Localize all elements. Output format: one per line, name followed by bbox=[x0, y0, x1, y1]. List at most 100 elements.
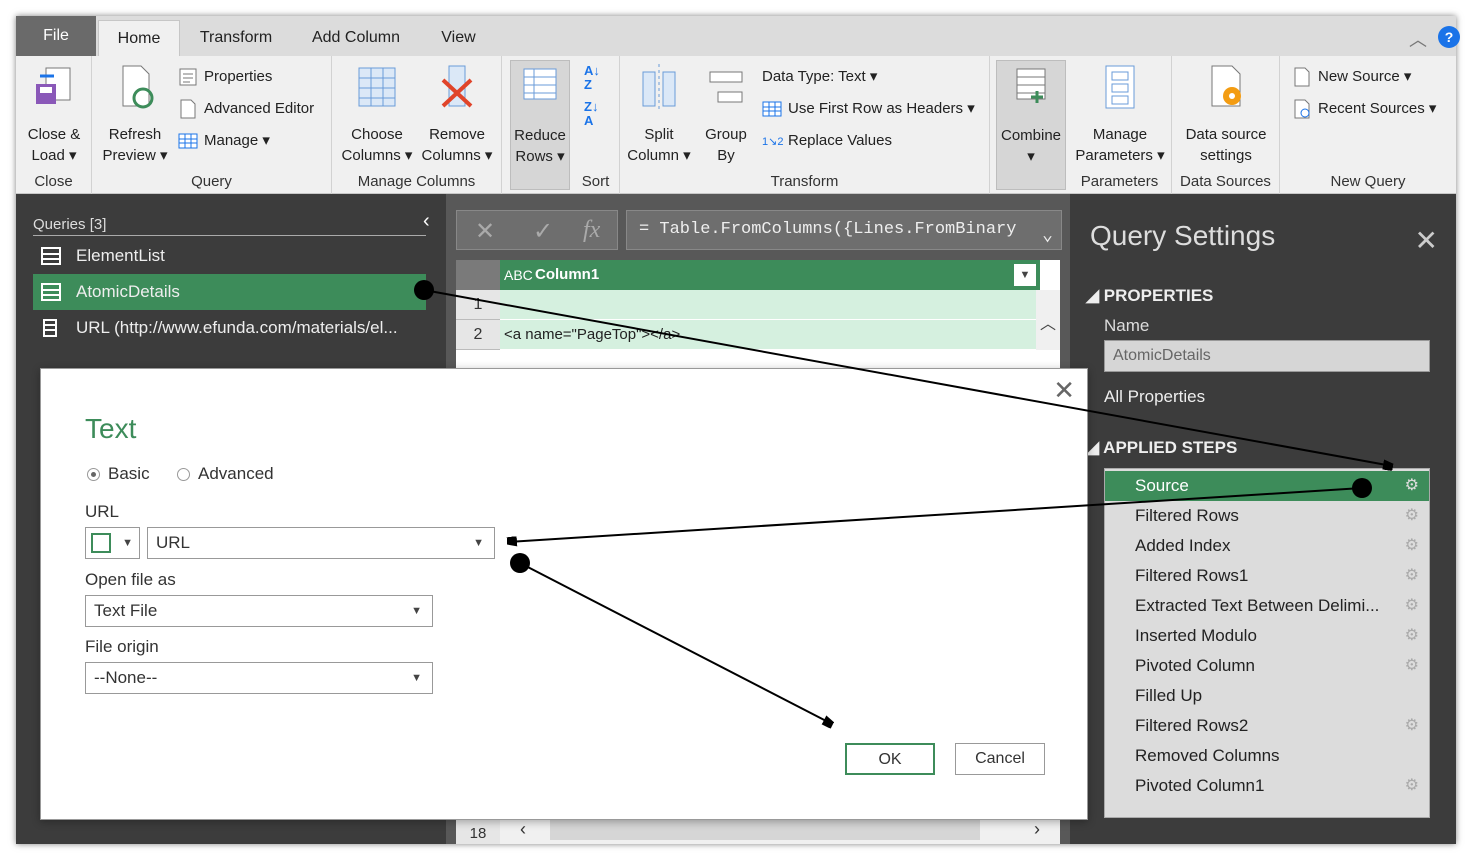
step-item[interactable]: Pivoted Column ⚙ bbox=[1105, 651, 1429, 681]
tab-transform[interactable]: Transform bbox=[186, 20, 286, 56]
scroll-up-icon[interactable]: ︿ bbox=[1040, 310, 1056, 334]
advanced-editor-button[interactable]: Advanced Editor bbox=[178, 98, 314, 120]
tab-view[interactable]: View bbox=[426, 20, 491, 56]
parameter-icon bbox=[91, 533, 111, 553]
table-menu-icon[interactable] bbox=[456, 260, 500, 290]
properties-button[interactable]: Properties bbox=[178, 66, 272, 88]
cancel-formula-icon[interactable]: ✕ bbox=[475, 217, 495, 246]
gear-icon[interactable]: ⚙ bbox=[1405, 651, 1419, 681]
group-parameters-label: Parameters bbox=[1080, 173, 1159, 190]
step-item[interactable]: Filled Up bbox=[1105, 681, 1429, 711]
cancel-button[interactable]: Cancel bbox=[955, 743, 1045, 775]
close-settings-icon[interactable]: ✕ bbox=[1415, 224, 1438, 257]
query-label: URL (http://www.efunda.com/materials/el.… bbox=[76, 318, 398, 337]
gear-icon[interactable]: ⚙ bbox=[1405, 501, 1419, 531]
properties-heading[interactable]: ◢ PROPERTIES bbox=[1086, 286, 1213, 306]
expand-formula-icon[interactable]: ⌄ bbox=[1042, 217, 1053, 249]
data-source-settings-button[interactable]: Data source settings bbox=[1174, 62, 1278, 166]
query-label: ElementList bbox=[76, 246, 165, 265]
table-cell[interactable] bbox=[500, 290, 1036, 320]
gear-icon[interactable]: ⚙ bbox=[1405, 771, 1419, 801]
data-type-label: Data Type: Text bbox=[762, 68, 866, 85]
close-dialog-icon[interactable]: ✕ bbox=[1053, 375, 1075, 406]
gear-icon[interactable]: ⚙ bbox=[1405, 621, 1419, 651]
step-source[interactable]: Source ⚙ bbox=[1105, 471, 1429, 501]
radio-unselected-icon bbox=[177, 468, 190, 482]
sort-descending-icon[interactable]: Z↓ A bbox=[584, 100, 598, 128]
column-filter-icon[interactable]: ▼ bbox=[1014, 264, 1036, 286]
horizontal-scrollbar[interactable]: ‹ › bbox=[500, 816, 1060, 844]
scroll-right-icon[interactable]: › bbox=[1034, 819, 1040, 840]
manage-button[interactable]: Manage ▾ bbox=[178, 130, 270, 152]
recent-sources-button[interactable]: Recent Sources ▾ bbox=[1292, 98, 1436, 120]
gear-icon[interactable]: ⚙ bbox=[1405, 471, 1419, 501]
step-item[interactable]: Added Index ⚙ bbox=[1105, 531, 1429, 561]
ribbon-tabs: File Home Transform Add Column View ︿ ? bbox=[16, 16, 1460, 56]
step-item[interactable]: Filtered Rows2 ⚙ bbox=[1105, 711, 1429, 741]
scroll-left-icon[interactable]: ‹ bbox=[520, 819, 526, 840]
advanced-radio[interactable]: Advanced bbox=[177, 464, 274, 484]
step-item[interactable]: Filtered Rows1 ⚙ bbox=[1105, 561, 1429, 591]
open-file-as-select[interactable]: Text File ▼ bbox=[85, 595, 433, 627]
choose-columns-button[interactable]: Choose Columns ▾ bbox=[338, 62, 416, 166]
file-origin-value: --None-- bbox=[94, 668, 158, 687]
ok-button[interactable]: OK bbox=[845, 743, 935, 775]
split-column-button[interactable]: Split Column ▾ bbox=[624, 62, 694, 166]
new-source-button[interactable]: New Source ▾ bbox=[1292, 66, 1411, 88]
all-properties-link[interactable]: All Properties bbox=[1104, 387, 1205, 407]
column-header-column1[interactable]: ABC Column1 ▼ bbox=[500, 260, 1040, 290]
group-close: Close & Load ▾ Close bbox=[16, 56, 92, 194]
properties-heading-label: PROPERTIES bbox=[1103, 286, 1214, 305]
vertical-scrollbar[interactable]: ︿ bbox=[1036, 290, 1060, 350]
manage-parameters-button[interactable]: Manage Parameters ▾ bbox=[1070, 62, 1170, 166]
help-icon[interactable]: ? bbox=[1438, 26, 1460, 48]
sort-ascending-icon[interactable]: A↓ Z bbox=[584, 64, 600, 92]
group-close-label: Close bbox=[34, 173, 73, 190]
commit-formula-icon[interactable]: ✓ bbox=[533, 217, 553, 246]
collapse-ribbon-icon[interactable]: ︿ bbox=[1409, 26, 1427, 52]
collapse-triangle-icon: ◢ bbox=[1086, 286, 1104, 305]
step-item[interactable]: Pivoted Column1 ⚙ bbox=[1105, 771, 1429, 801]
group-new-query: New Source ▾ Recent Sources ▾ New Query bbox=[1280, 56, 1456, 194]
gear-icon[interactable]: ⚙ bbox=[1405, 711, 1419, 741]
combine-icon bbox=[1016, 68, 1046, 103]
group-manage-columns-label: Manage Columns bbox=[357, 173, 476, 190]
group-transform-label: Transform bbox=[770, 173, 839, 190]
url-type-selector[interactable]: ▼ bbox=[85, 527, 140, 559]
tab-home[interactable]: Home bbox=[98, 20, 180, 56]
file-origin-select[interactable]: --None-- ▼ bbox=[85, 662, 433, 694]
collapse-queries-icon[interactable]: ‹ bbox=[423, 210, 430, 233]
query-name-input[interactable]: AtomicDetails bbox=[1104, 340, 1430, 372]
properties-label: Properties bbox=[204, 68, 273, 85]
reduce-rows-button[interactable]: Reduce Rows ▾ bbox=[510, 60, 570, 190]
query-item-atomicdetails[interactable]: AtomicDetails bbox=[33, 274, 426, 310]
combine-button[interactable]: Combine ▾ bbox=[996, 60, 1066, 190]
url-parameter-select[interactable]: URL ▼ bbox=[147, 527, 495, 559]
step-item[interactable]: Removed Columns bbox=[1105, 741, 1429, 771]
query-item-url[interactable]: URL (http://www.efunda.com/materials/el.… bbox=[33, 310, 426, 346]
fx-icon[interactable]: fx bbox=[583, 217, 600, 244]
tab-add-column[interactable]: Add Column bbox=[296, 20, 416, 56]
refresh-preview-button[interactable]: Refresh Preview ▾ bbox=[98, 62, 172, 166]
gear-icon[interactable]: ⚙ bbox=[1405, 531, 1419, 561]
step-item[interactable]: Inserted Modulo ⚙ bbox=[1105, 621, 1429, 651]
step-item[interactable]: Filtered Rows ⚙ bbox=[1105, 501, 1429, 531]
first-row-headers-button[interactable]: Use First Row as Headers ▾ bbox=[762, 98, 975, 120]
query-item-elementlist[interactable]: ElementList bbox=[33, 238, 426, 274]
group-by-button[interactable]: Group By bbox=[698, 62, 754, 166]
column-type-label[interactable]: ABC bbox=[504, 260, 533, 290]
data-type-dropdown[interactable]: Data Type: Text ▾ bbox=[762, 66, 877, 88]
scroll-thumb[interactable] bbox=[550, 820, 980, 840]
close-and-load-button[interactable]: Close & Load ▾ bbox=[20, 62, 88, 166]
basic-radio[interactable]: Basic bbox=[87, 464, 150, 484]
tab-file[interactable]: File bbox=[16, 16, 96, 56]
replace-values-button[interactable]: 1↘2 Replace Values bbox=[762, 130, 892, 152]
formula-bar[interactable]: = Table.FromColumns({Lines.FromBinary ⌄ bbox=[626, 210, 1062, 250]
remove-columns-button[interactable]: Remove Columns ▾ bbox=[418, 62, 496, 166]
gear-icon[interactable]: ⚙ bbox=[1405, 591, 1419, 621]
step-item[interactable]: Extracted Text Between Delimi... ⚙ bbox=[1105, 591, 1429, 621]
query-settings-pane: Query Settings ✕ ◢ PROPERTIES Name Atomi… bbox=[1070, 194, 1456, 844]
applied-steps-heading[interactable]: ◢ APPLIED STEPS bbox=[1086, 438, 1237, 458]
table-cell[interactable]: <a name="PageTop"></a> bbox=[500, 320, 1036, 350]
gear-icon[interactable]: ⚙ bbox=[1405, 561, 1419, 591]
